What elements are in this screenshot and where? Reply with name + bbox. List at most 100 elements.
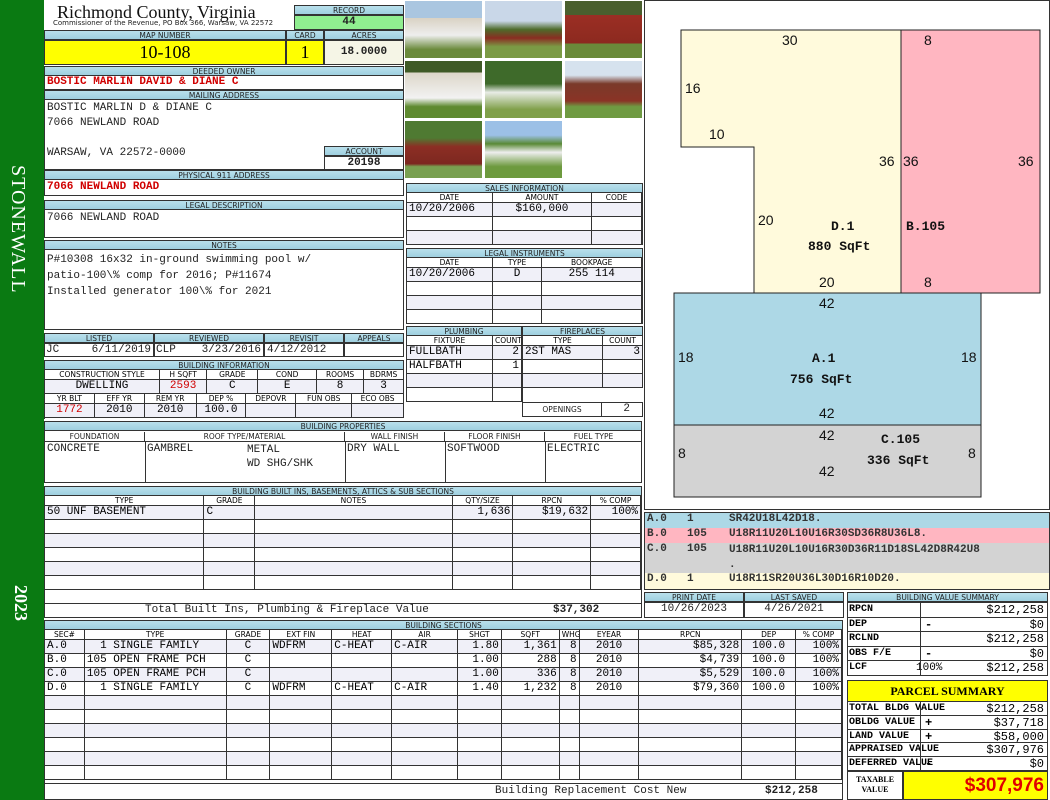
column-header: ECO OBS [352, 394, 404, 403]
map-number-label: MAP NUMBER [44, 30, 286, 40]
table-cell [639, 752, 743, 765]
property-photo[interactable] [484, 120, 563, 179]
summary-value: $212,258 [986, 632, 1044, 647]
table-cell: $160,000 [493, 203, 593, 216]
sketch-dim: 20 [758, 212, 774, 228]
table-cell [542, 310, 642, 323]
sketch-section-name: D.1 [831, 219, 855, 234]
table-cell: 1,232 [502, 682, 560, 695]
column-header: TYPE [45, 496, 205, 505]
table-cell [227, 696, 271, 709]
table-cell: C [227, 654, 271, 667]
built-ins-total: $37,302 [553, 604, 600, 616]
sketch-code-row: D.0 1 U18R11SR20U36L30D16R10D20. [645, 573, 1049, 589]
property-photo[interactable] [404, 0, 483, 59]
replacement-cost-value: $212,258 [765, 785, 818, 797]
column-header: QTY/SIZE [453, 496, 514, 505]
sketch-dim: 8 [924, 274, 932, 290]
table-header-row: YR BLT EFF YR REM YR DEP % DEPOVR FUN OBS ECO … [45, 394, 404, 404]
revisit-label: REVISIT [264, 333, 344, 343]
building-sketch[interactable]: 30 16 10 36 20 20 8 36 36 8 42 18 18 42 … [644, 0, 1050, 510]
table-cell: 1,361 [502, 640, 560, 653]
roof-material-value: METAL WD SHG/SHK [247, 444, 314, 470]
sketch-dim: 42 [819, 463, 835, 479]
legal-instruments-table: DATE TYPE BOOKPAGE 10/20/2006 D 255 114 [406, 258, 643, 324]
table-cell: 288 [502, 654, 560, 667]
property-photo[interactable] [404, 120, 483, 179]
property-photo[interactable] [564, 0, 643, 59]
table-cell [580, 738, 640, 751]
table-cell: 100% [591, 506, 642, 519]
summary-value: $0 [1029, 757, 1044, 772]
table-cell [255, 506, 453, 519]
table-row [45, 710, 842, 724]
table-header-row: SEC#TYPEGRADEEXT FINHEATAIRSHGTSQFTWHGTE… [45, 630, 842, 640]
summary-label: LCF [849, 662, 868, 674]
table-cell [592, 203, 642, 216]
table-cell [85, 752, 227, 765]
table-cell [742, 696, 797, 709]
table-cell [742, 724, 797, 737]
table-cell: D [493, 268, 543, 281]
property-photo[interactable] [404, 60, 483, 119]
built-ins-total-label: Total Built Ins, Plumbing & Fireplace Va… [145, 604, 429, 616]
table-cell: 105 OPEN FRAME PCH [85, 668, 227, 681]
account-label: ACCOUNT [324, 146, 404, 156]
table-cell [592, 231, 642, 244]
table-cell: 2010 [145, 404, 197, 417]
table-row [407, 231, 642, 245]
column-header: EXT FIN [270, 630, 333, 639]
column-header: HEAT [332, 630, 393, 639]
sketch-dim: 10 [709, 126, 725, 142]
table-cell [453, 534, 514, 547]
table-cell [45, 724, 85, 737]
sketch-section-name: C.105 [881, 432, 920, 447]
floor-finish-value: SOFTWOOD [447, 443, 500, 455]
table-row [407, 296, 642, 310]
legal-instruments-label: LEGAL INSTRUMENTS [406, 248, 643, 258]
table-cell: 100.0 [742, 640, 797, 653]
table-cell [392, 668, 458, 681]
table-cell [270, 710, 333, 723]
table-cell [453, 576, 514, 589]
table-cell [392, 654, 458, 667]
table-cell: C-HEAT [332, 682, 393, 695]
table-cell [392, 766, 458, 779]
foundation-label: FOUNDATION [45, 432, 145, 442]
table-cell: C [207, 380, 259, 393]
table-cell: $79,360 [639, 682, 743, 695]
table-cell [332, 696, 393, 709]
summary-value: $0 [1029, 617, 1044, 632]
table-cell [603, 374, 643, 387]
table-cell [742, 710, 797, 723]
table-row [523, 374, 643, 388]
parcel-summary-title: PARCEL SUMMARY [847, 680, 1048, 702]
summary-value: $0 [1029, 646, 1044, 661]
summary-sign: + [925, 715, 933, 730]
table-cell [45, 548, 205, 561]
table-row [45, 548, 642, 562]
table-row: B.0 105 OPEN FRAME PCH C 1.00 288 8 2010 $4,739… [45, 654, 842, 668]
table-cell [453, 520, 514, 533]
table-cell [639, 766, 743, 779]
table-cell [502, 696, 560, 709]
plumbing-table: FIXTURE COUNT FULLBATH 2 HALFBATH 1 [406, 336, 522, 402]
table-cell: 3 [364, 380, 404, 393]
table-cell [407, 388, 493, 401]
physical-address-label: PHYSICAL 911 ADDRESS [44, 170, 404, 180]
property-photo[interactable] [564, 60, 643, 119]
listed-date: 6/11/2019 [91, 344, 151, 356]
property-photo[interactable] [484, 60, 563, 119]
built-ins-table: TYPE GRADE NOTES QTY/SIZE RPCN% COMP 50 UNF B… [44, 496, 642, 604]
table-row: HALFBATH 1 [407, 360, 522, 374]
column-header: TYPE [493, 258, 543, 267]
summary-row: OBLDG VALUE + $37,718 [848, 715, 1047, 730]
table-cell: 2ST MAS [523, 346, 603, 359]
table-cell: 100% [796, 640, 842, 653]
property-photo[interactable] [484, 0, 563, 59]
table-cell: 8 [560, 668, 580, 681]
sketch-dim: 8 [968, 445, 976, 461]
photo-gallery[interactable] [404, 0, 644, 180]
summary-value: $212,258 [986, 661, 1044, 676]
table-row [45, 696, 842, 710]
